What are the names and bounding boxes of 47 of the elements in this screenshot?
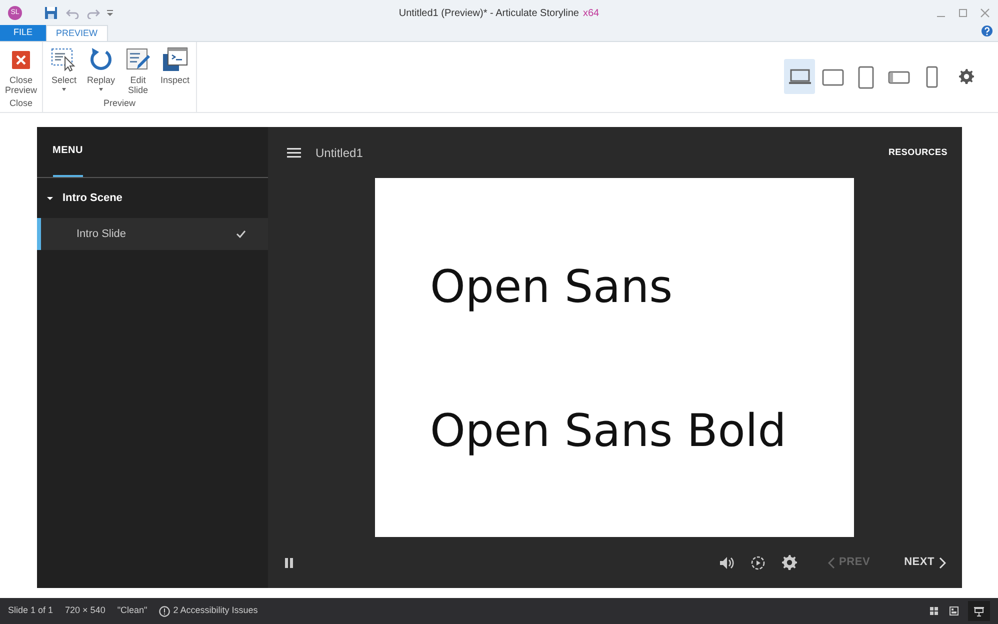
slide-text: Open Sans Bold — [430, 406, 788, 456]
ribbon-tab[interactable]: PREVIEW — [46, 25, 108, 41]
caret-icon — [61, 87, 67, 92]
group-label: Preview — [103, 96, 136, 110]
group-label: Close — [9, 96, 32, 110]
checkmark-icon — [236, 230, 246, 238]
preview-view-button[interactable] — [968, 601, 990, 621]
select-button[interactable]: Select — [46, 47, 82, 92]
pause-icon[interactable] — [284, 556, 294, 568]
terminal-window-icon — [162, 47, 188, 73]
menu-tab[interactable]: MENU — [52, 126, 83, 177]
slide-size: 720 × 540 — [65, 604, 106, 618]
course-title: Untitled1 — [316, 144, 363, 162]
info-icon — [159, 606, 170, 616]
close-preview-button[interactable]: Close Preview — [3, 47, 39, 95]
slide-count: Slide 1 of 1 — [8, 604, 54, 618]
scene-item[interactable]: Intro Scene — [36, 178, 268, 218]
edit-button[interactable]: Edit Slide — [120, 47, 156, 95]
projector-screen-icon — [973, 605, 985, 617]
replay-button[interactable]: Replay — [83, 47, 119, 92]
settings-icon — [958, 68, 974, 85]
file-tab[interactable]: FILE — [0, 25, 46, 41]
playback-speed-icon[interactable] — [751, 556, 765, 570]
chevron-left-icon — [828, 556, 835, 568]
device-preview-button[interactable] — [784, 59, 815, 94]
accessibility-issues-button[interactable]: 2 Accessibility Issues — [159, 604, 258, 618]
inspect-button[interactable]: Inspect — [157, 47, 193, 85]
save-icon[interactable] — [44, 6, 58, 20]
caret-icon — [98, 87, 104, 92]
volume-icon[interactable] — [719, 556, 735, 570]
window-title: Untitled1 (Preview)* - Articulate Storyline — [398, 7, 579, 21]
customize-caret-icon[interactable] — [106, 9, 114, 17]
slide-item[interactable]: Intro Slide — [36, 218, 268, 250]
help-icon[interactable] — [981, 25, 993, 37]
settings-icon[interactable] — [781, 554, 798, 571]
next-button[interactable]: NEXT — [904, 554, 946, 571]
normal-view-icon[interactable] — [948, 605, 960, 617]
replay-icon — [88, 47, 114, 73]
chevron-right-icon — [938, 556, 946, 568]
select-cursor-icon — [51, 47, 77, 73]
caret-down-icon — [46, 196, 52, 200]
hamburger-menu-icon[interactable] — [286, 146, 300, 158]
edition-label: x64 — [582, 7, 600, 21]
resources-link[interactable]: RESOURCES — [888, 146, 948, 160]
grid-view-icon[interactable] — [928, 605, 940, 617]
slide-text: Open Sans — [430, 262, 674, 312]
theme-name: "Clean" — [117, 604, 148, 618]
